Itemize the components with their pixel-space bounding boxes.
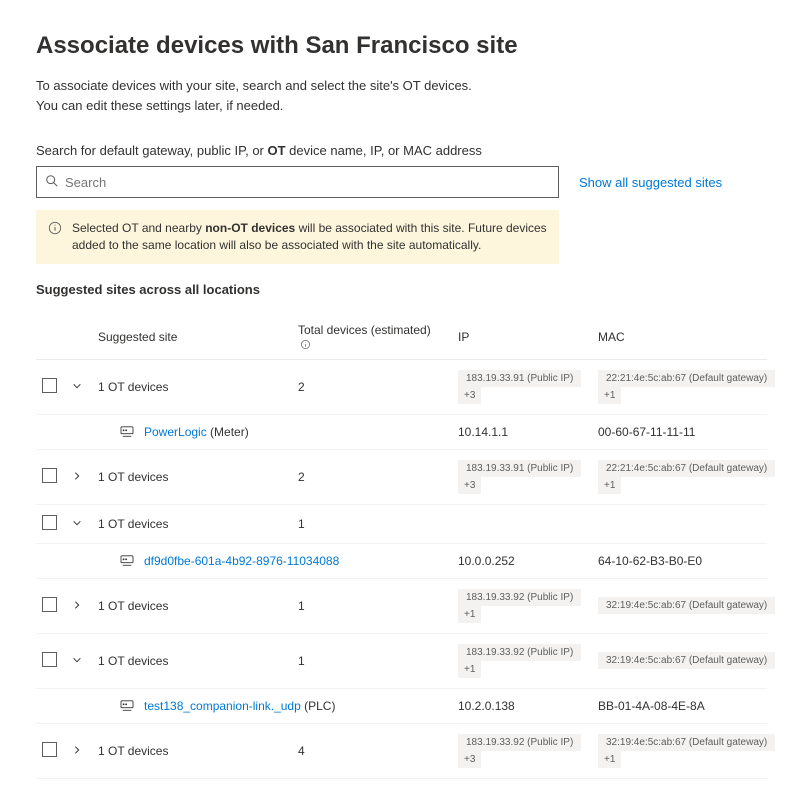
chevron-right-icon[interactable] — [70, 469, 84, 483]
row-checkbox[interactable] — [42, 597, 57, 612]
device-icon — [120, 426, 134, 438]
table-row: 1 OT devices1183.19.33.92 (Public IP)+13… — [36, 578, 767, 633]
ip-more[interactable]: +3 — [458, 477, 481, 494]
col-ip: IP — [452, 315, 592, 360]
banner-bold: non-OT devices — [205, 221, 295, 235]
intro-line2: You can edit these settings later, if ne… — [36, 96, 767, 116]
device-icon — [120, 555, 134, 567]
device-ip: 10.0.0.252 — [458, 554, 515, 568]
info-icon[interactable] — [300, 339, 311, 350]
intro-text: To associate devices with your site, sea… — [36, 76, 767, 115]
row-checkbox[interactable] — [42, 378, 57, 393]
table-row: 1 OT devices1183.19.33.92 (Public IP)+13… — [36, 633, 767, 688]
device-link[interactable]: test138_companion-link._udp — [144, 699, 301, 713]
mac-tag: 32:19:4e:5c:ab:67 (Default gateway) — [598, 734, 775, 751]
ip-more[interactable]: +3 — [458, 751, 481, 768]
chevron-down-icon[interactable] — [70, 653, 84, 667]
mac-tag: 22:21:4e:5c:ab:67 (Default gateway) — [598, 460, 775, 477]
device-count: 2 — [292, 449, 452, 504]
mac-more[interactable]: +1 — [598, 477, 621, 494]
ip-tag: 183.19.33.91 (Public IP) — [458, 460, 581, 477]
mac-tag: 32:19:4e:5c:ab:67 (Default gateway) — [598, 652, 775, 669]
site-name: 1 OT devices — [98, 744, 168, 758]
ip-tag: 183.19.33.91 (Public IP) — [458, 370, 581, 387]
search-box[interactable] — [36, 166, 559, 198]
device-icon — [120, 700, 134, 712]
table-row: 1 OT devices2183.19.33.91 (Public IP)+32… — [36, 449, 767, 504]
chevron-down-icon[interactable] — [70, 516, 84, 530]
ip-more[interactable]: +3 — [458, 387, 481, 404]
search-label-part: Search for default gateway, public IP, o… — [36, 143, 268, 158]
row-checkbox[interactable] — [42, 515, 57, 530]
search-icon — [45, 174, 59, 191]
device-link[interactable]: df9d0fbe-601a-4b92-8976-11034088 — [144, 554, 339, 568]
ip-more[interactable]: +1 — [458, 661, 481, 678]
page-title: Associate devices with San Francisco sit… — [36, 32, 767, 60]
col-mac: MAC — [592, 315, 767, 360]
table-row: df9d0fbe-601a-4b92-8976-11034088 10.0.0.2… — [36, 543, 767, 578]
device-mac: 64-10-62-B3-B0-E0 — [598, 554, 702, 568]
mac-tag: 22:21:4e:5c:ab:67 (Default gateway) — [598, 370, 775, 387]
col-devices: Total devices (estimated) — [292, 315, 452, 360]
device-count: 1 — [292, 504, 452, 543]
device-type: (Meter) — [207, 425, 249, 439]
search-input[interactable] — [59, 175, 550, 190]
intro-line1: To associate devices with your site, sea… — [36, 76, 767, 96]
device-count: 4 — [292, 723, 452, 778]
row-checkbox[interactable] — [42, 742, 57, 757]
table-row: test138_companion-link._udp (PLC) 10.2.0.… — [36, 688, 767, 723]
col-devices-label: Total devices (estimated) — [298, 323, 431, 337]
mac-more[interactable]: +1 — [598, 387, 621, 404]
table-row: 1 OT devices2183.19.33.91 (Public IP)+32… — [36, 359, 767, 414]
ip-tag: 183.19.33.92 (Public IP) — [458, 644, 581, 661]
section-title: Suggested sites across all locations — [36, 282, 767, 297]
row-checkbox[interactable] — [42, 652, 57, 667]
suggested-sites-table: Suggested site Total devices (estimated)… — [36, 315, 767, 779]
search-label: Search for default gateway, public IP, o… — [36, 143, 767, 158]
site-name: 1 OT devices — [98, 380, 168, 394]
chevron-right-icon[interactable] — [70, 743, 84, 757]
chevron-right-icon[interactable] — [70, 598, 84, 612]
table-row: 1 OT devices4183.19.33.92 (Public IP)+33… — [36, 723, 767, 778]
row-checkbox[interactable] — [42, 468, 57, 483]
ip-tag: 183.19.33.92 (Public IP) — [458, 589, 581, 606]
chevron-down-icon[interactable] — [70, 379, 84, 393]
mac-more[interactable]: +1 — [598, 751, 621, 768]
table-row: 1 OT devices 1 — [36, 504, 767, 543]
ip-more[interactable]: +1 — [458, 606, 481, 623]
search-label-part2: device name, IP, or MAC address — [286, 143, 482, 158]
device-link[interactable]: PowerLogic — [144, 425, 207, 439]
banner-text: Selected OT and nearby — [72, 221, 205, 235]
device-ip: 10.14.1.1 — [458, 425, 508, 439]
table-row: PowerLogic (Meter) 10.14.1.1 00-60-67-11-1… — [36, 414, 767, 449]
site-name: 1 OT devices — [98, 599, 168, 613]
show-all-sites-link[interactable]: Show all suggested sites — [579, 175, 722, 190]
site-name: 1 OT devices — [98, 470, 168, 484]
search-label-bold: OT — [268, 143, 286, 158]
device-mac: BB-01-4A-08-4E-8A — [598, 699, 705, 713]
device-count: 1 — [292, 633, 452, 688]
device-type: (PLC) — [301, 699, 336, 713]
site-name: 1 OT devices — [98, 654, 168, 668]
col-site: Suggested site — [92, 315, 292, 360]
site-name: 1 OT devices — [98, 517, 168, 531]
info-icon — [48, 220, 62, 254]
device-mac: 00-60-67-11-11-11 — [598, 425, 695, 439]
device-count: 1 — [292, 578, 452, 633]
ip-tag: 183.19.33.92 (Public IP) — [458, 734, 581, 751]
device-count: 2 — [292, 359, 452, 414]
mac-tag: 32:19:4e:5c:ab:67 (Default gateway) — [598, 597, 775, 614]
info-banner: Selected OT and nearby non-OT devices wi… — [36, 210, 559, 264]
device-ip: 10.2.0.138 — [458, 699, 515, 713]
